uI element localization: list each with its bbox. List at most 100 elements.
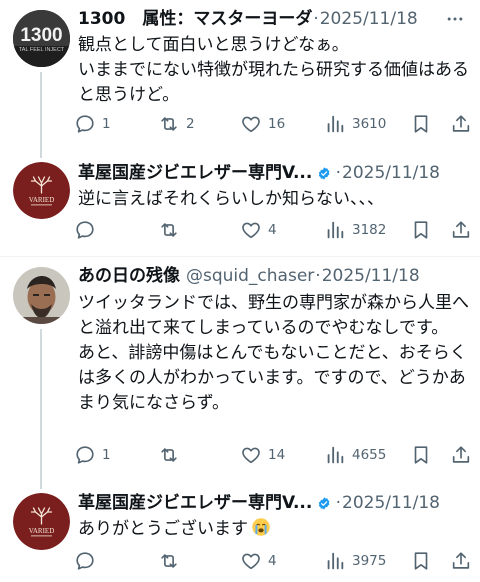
avatar[interactable]: [13, 267, 70, 324]
thread-line: [40, 477, 42, 489]
reply-icon: [76, 221, 94, 239]
like-button[interactable]: 14: [240, 443, 285, 467]
like-count: 4: [268, 222, 277, 238]
views-icon: [327, 221, 344, 239]
bookmark-icon: [414, 552, 428, 570]
views-button[interactable]: 3182: [324, 218, 386, 242]
views-button[interactable]: 4655: [324, 443, 386, 467]
avatar-text: 1300: [20, 25, 62, 46]
post-3[interactable]: あの日の残像 @squid_chaser · 2025/11/18 ツイッタラン…: [0, 257, 480, 477]
share-icon: [452, 446, 470, 463]
post-2[interactable]: VARIED 革屋国産ジビエレザー専門V... · 2025/11/18 逆に言…: [0, 150, 480, 256]
like-count: 4: [268, 553, 277, 569]
bookmark-button[interactable]: [410, 549, 432, 573]
share-button[interactable]: [450, 218, 472, 242]
post-1[interactable]: 1300 TAL FEEL INJECT 1300 属性：マスターヨーダ · 2…: [0, 0, 480, 150]
repost-button[interactable]: [158, 443, 186, 467]
like-count: 14: [268, 447, 286, 463]
bookmark-button[interactable]: [410, 218, 432, 242]
repost-icon: [161, 223, 177, 237]
post-text: 逆に言えばそれくらいしか知らない、、、: [78, 187, 470, 212]
avatar[interactable]: 1300 TAL FEEL INJECT: [13, 10, 70, 67]
action-bar: 4 3975: [74, 549, 474, 573]
bookmark-button[interactable]: [410, 112, 432, 136]
reply-button[interactable]: 1: [74, 112, 111, 136]
views-icon: [327, 446, 344, 464]
like-button[interactable]: 4: [240, 549, 277, 573]
post-header: 革屋国産ジビエレザー専門V... · 2025/11/18: [78, 162, 440, 184]
views-count: 4655: [352, 447, 387, 463]
author-name[interactable]: あの日の残像: [78, 265, 180, 287]
more-button[interactable]: [444, 8, 466, 30]
views-icon: [327, 115, 344, 133]
more-icon: [447, 17, 463, 21]
reply-count: 1: [102, 116, 111, 132]
reply-icon: [76, 552, 94, 570]
share-button[interactable]: [450, 443, 472, 467]
thread-line: [40, 329, 42, 477]
reply-icon: [76, 446, 94, 464]
post-text-content: ツイッタランドでは、野生の専門家が森から人里へと溢れ出て来てしまっているのでやむ…: [78, 293, 469, 413]
repost-icon: [161, 117, 177, 131]
post-header: 革屋国産ジビエレザー専門V... · 2025/11/18: [78, 492, 440, 514]
repost-button[interactable]: [158, 549, 186, 573]
repost-icon: [161, 448, 177, 462]
post-text-content: 逆に言えばそれくらいしか知らない、、、: [78, 189, 384, 209]
repost-icon: [161, 554, 177, 568]
author-handle[interactable]: @squid_chaser: [186, 265, 314, 287]
author-name[interactable]: 革屋国産ジビエレザー専門V...: [78, 162, 312, 184]
share-button[interactable]: [450, 112, 472, 136]
author-name[interactable]: 革屋国産ジビエレザー専門V...: [78, 492, 312, 514]
post-text: ありがとうございます: [78, 517, 470, 542]
separator-dot: ·: [313, 9, 319, 29]
views-button[interactable]: 3975: [324, 549, 386, 573]
avatar-text: VARIED: [29, 527, 55, 535]
reply-count: 1: [102, 447, 111, 463]
repost-button[interactable]: [158, 218, 186, 242]
like-icon: [242, 116, 260, 133]
separator-dot: ·: [315, 266, 321, 286]
like-button[interactable]: 4: [240, 218, 277, 242]
post-text-content: ありがとうございます: [78, 519, 248, 539]
bookmark-icon: [414, 115, 428, 133]
avatar[interactable]: VARIED: [13, 162, 70, 219]
share-button[interactable]: [450, 549, 472, 573]
views-count: 3975: [352, 553, 387, 569]
bookmark-button[interactable]: [410, 443, 432, 467]
post-date[interactable]: 2025/11/18: [342, 492, 440, 514]
like-button[interactable]: 16: [240, 112, 285, 136]
bookmark-icon: [414, 446, 428, 464]
thread-line: [40, 72, 42, 150]
separator-dot: ·: [335, 493, 342, 513]
post-date[interactable]: 2025/11/18: [342, 162, 440, 184]
share-icon: [452, 221, 470, 238]
post-text: ツイッタランドでは、野生の専門家が森から人里へと溢れ出て来てしまっているのでやむ…: [78, 291, 470, 416]
post-date[interactable]: 2025/11/18: [322, 265, 420, 287]
post-4[interactable]: VARIED 革屋国産ジビエレザー専門V... · 2025/11/18 ありが…: [0, 477, 480, 582]
bookmark-icon: [414, 221, 428, 239]
share-icon: [452, 115, 470, 132]
avatar[interactable]: VARIED: [13, 493, 70, 550]
reply-button[interactable]: [74, 549, 102, 573]
repost-button[interactable]: 2: [158, 112, 195, 136]
reply-button[interactable]: 1: [74, 443, 111, 467]
avatar-subtext: TAL FEEL INJECT: [19, 47, 65, 53]
post-text-content: 観点として面白いと思うけどなぁ。 いままでにない特徴が現れたら研究する価値はある…: [78, 35, 469, 105]
like-icon: [242, 553, 260, 570]
share-icon: [452, 552, 470, 569]
post-text: 観点として面白いと思うけどなぁ。 いままでにない特徴が現れたら研究する価値はある…: [78, 33, 470, 108]
like-icon: [242, 222, 260, 239]
author-name[interactable]: 1300 属性：マスターヨーダ: [78, 8, 312, 30]
views-count: 3182: [352, 222, 387, 238]
post-date[interactable]: 2025/11/18: [320, 8, 418, 30]
post-header: 1300 属性：マスターヨーダ · 2025/11/18: [78, 8, 440, 30]
like-icon: [242, 447, 260, 464]
action-bar: 1 14 4655: [74, 443, 474, 467]
views-button[interactable]: 3610: [324, 112, 386, 136]
reply-button[interactable]: [74, 218, 102, 242]
crying-face-icon: [252, 518, 270, 536]
post-header: あの日の残像 @squid_chaser · 2025/11/18: [78, 265, 440, 287]
views-count: 3610: [352, 116, 387, 132]
action-bar: 1 2 16 3610: [74, 112, 474, 136]
views-icon: [327, 552, 344, 570]
